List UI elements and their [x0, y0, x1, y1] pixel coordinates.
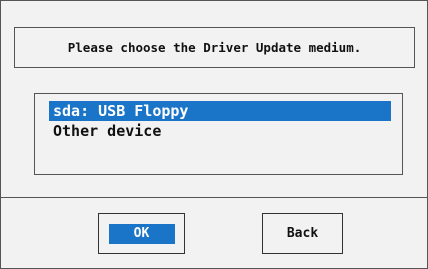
- medium-listbox[interactable]: sda: USB Floppy Other device: [34, 93, 403, 175]
- back-button[interactable]: Back: [262, 213, 343, 254]
- list-item-usb-floppy[interactable]: sda: USB Floppy: [49, 101, 391, 121]
- back-button-label: Back: [286, 226, 319, 241]
- dialog-title-box: Please choose the Driver Update medium.: [14, 27, 415, 68]
- driver-update-dialog: Please choose the Driver Update medium. …: [0, 0, 428, 269]
- button-area-divider: [1, 197, 427, 198]
- ok-button-label: OK: [108, 223, 175, 244]
- list-item-other-device[interactable]: Other device: [49, 121, 161, 141]
- dialog-title: Please choose the Driver Update medium.: [67, 40, 362, 55]
- ok-button[interactable]: OK: [98, 213, 185, 254]
